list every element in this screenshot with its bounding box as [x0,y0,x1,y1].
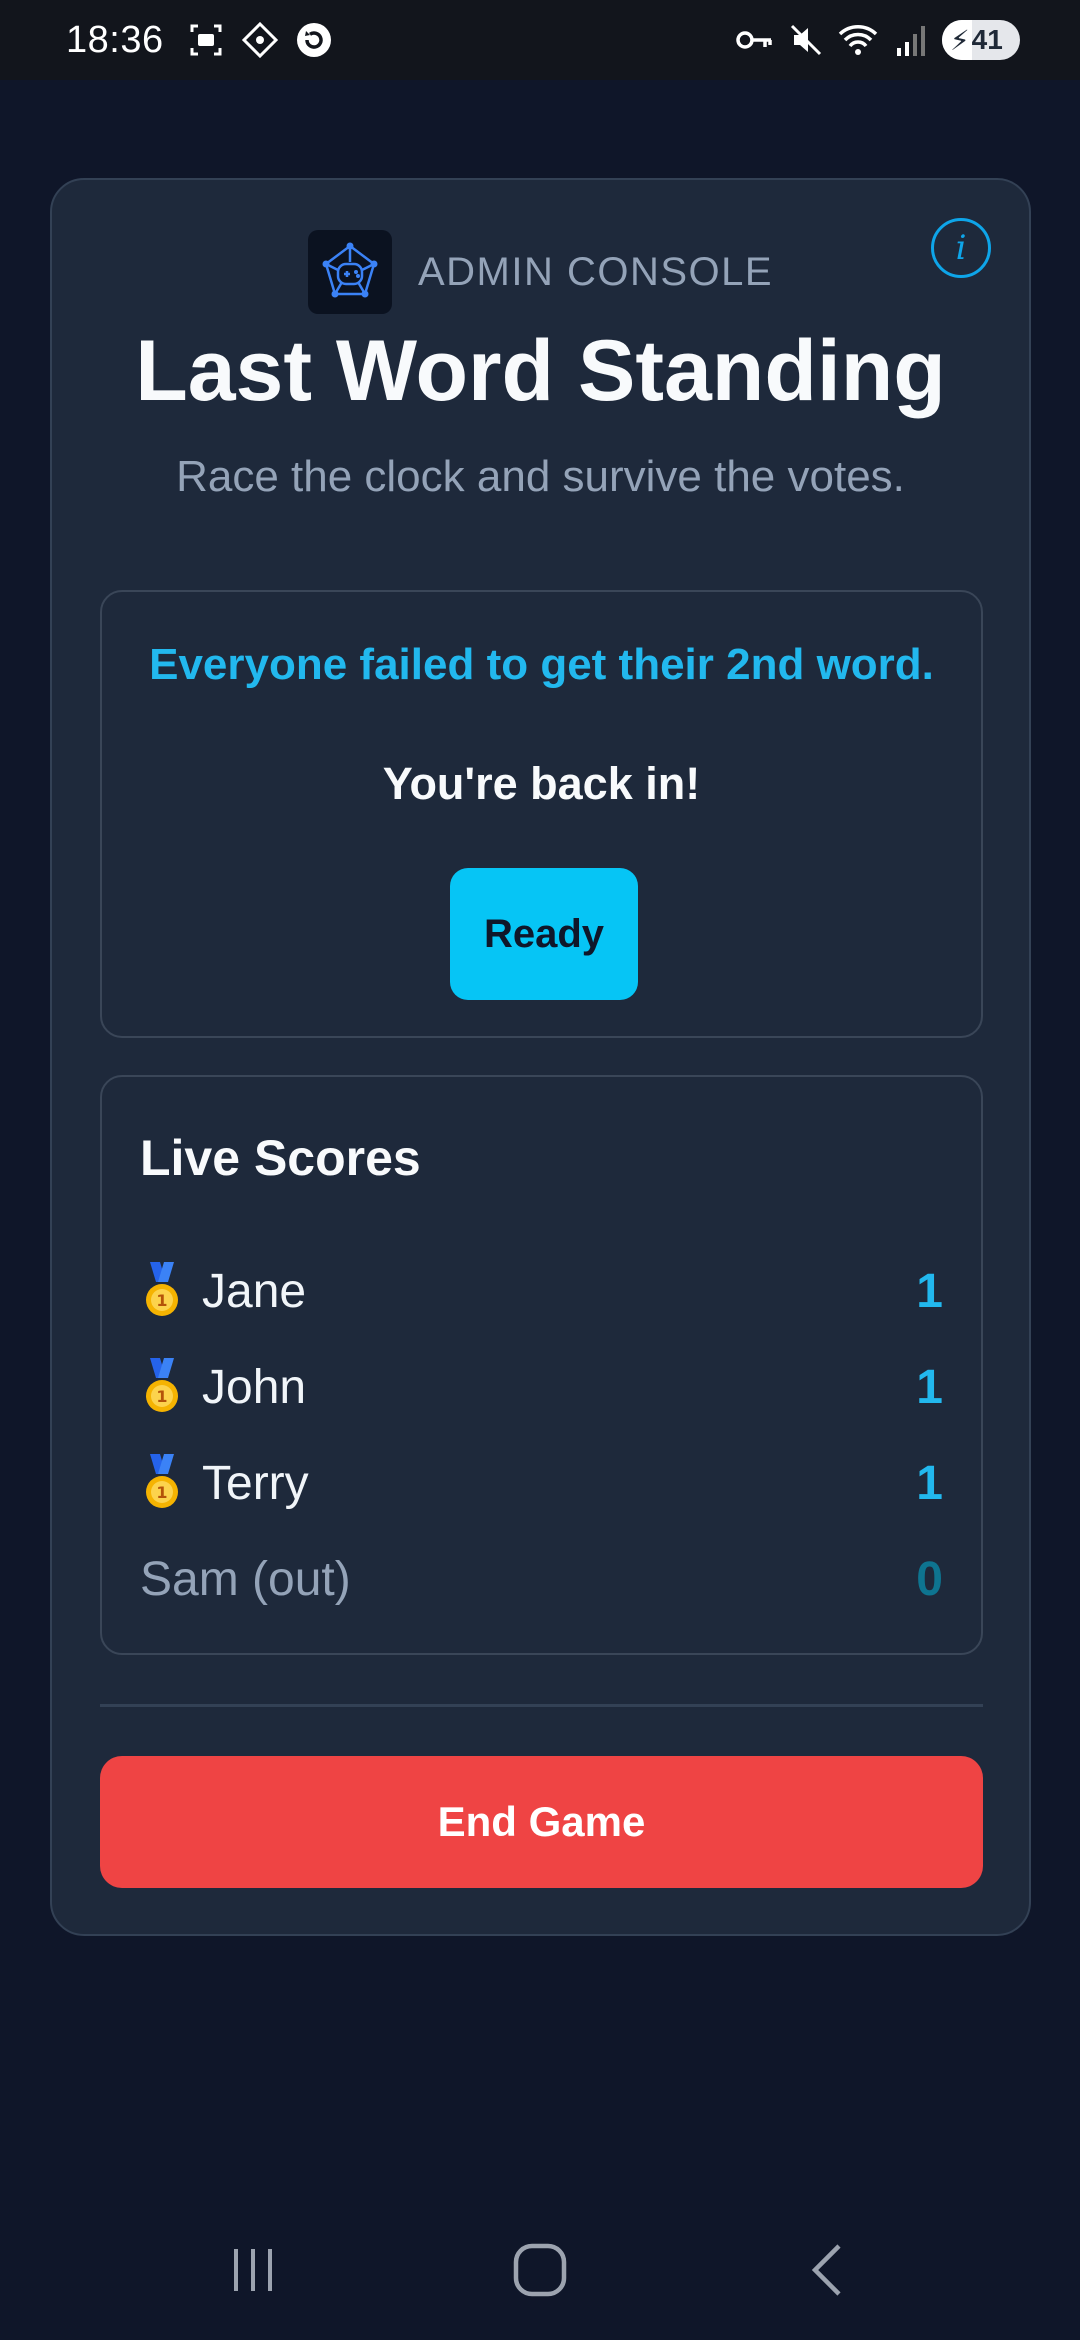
player-name: John [202,1360,307,1414]
player-score: 0 [916,1552,943,1606]
navigation-bar [0,2200,1080,2340]
svg-text:1: 1 [156,1387,167,1406]
page-subtitle: Race the clock and survive the votes. [176,452,905,501]
end-game-button[interactable]: End Game [100,1756,983,1888]
svg-text:1: 1 [156,1291,167,1310]
svg-text:1: 1 [156,1483,167,1502]
medal-icon: 1 [140,1357,184,1417]
sync-icon [294,20,334,60]
game-logo-icon [307,230,392,314]
mute-icon [786,20,826,60]
live-scores-title: Live Scores [140,1130,421,1186]
brand-row: ADMIN CONSOLE [52,230,1029,314]
medal-icon: 1 [140,1261,184,1321]
vpn-key-icon [734,20,774,60]
battery-icon: ⚡ 41 [942,20,1020,60]
recent-apps-icon [234,2249,273,2291]
round-status-subtext: You're back in! [382,758,701,809]
round-status-headline: Everyone failed to get their 2nd word. [149,640,934,689]
round-status-panel: Everyone failed to get their 2nd word. Y… [100,590,983,1038]
player-name: Terry [202,1456,309,1510]
player-name: Jane [202,1264,307,1318]
live-scores-panel: Live Scores 1 Jane 1 1 John 1 1 Terry 1 … [100,1075,983,1655]
divider [100,1704,983,1707]
back-icon [811,2244,841,2296]
score-row: 1 John 1 [140,1339,943,1435]
score-list: 1 Jane 1 1 John 1 1 Terry 1 Sam (out) 0 [140,1243,943,1627]
home-button[interactable] [480,2220,600,2320]
game-card: i ADMIN CONSOLE Last Word Standing Race … [50,178,1031,1936]
page-title: Last Word Standing [135,323,946,419]
medal-icon: 1 [140,1453,184,1513]
status-time: 18:36 [66,18,164,61]
player-name: Sam (out) [140,1552,351,1606]
player-score: 1 [916,1360,943,1414]
status-bar: 18:36 ⚡ 41 [0,0,1080,80]
ready-button[interactable]: Ready [450,868,638,1000]
score-row: 1 Jane 1 [140,1243,943,1339]
screenshot-icon [186,20,226,60]
player-score: 1 [916,1264,943,1318]
wifi-icon [838,20,878,60]
recent-apps-button[interactable] [193,2220,313,2320]
brand-label: ADMIN CONSOLE [417,249,774,294]
score-row: Sam (out) 0 [140,1531,943,1627]
back-button[interactable] [767,2220,887,2320]
battery-level: 41 [971,24,1003,55]
signal-icon [890,20,930,60]
score-row: 1 Terry 1 [140,1435,943,1531]
home-icon [513,2243,567,2297]
diamond-app-icon [240,20,280,60]
player-score: 1 [916,1456,943,1510]
